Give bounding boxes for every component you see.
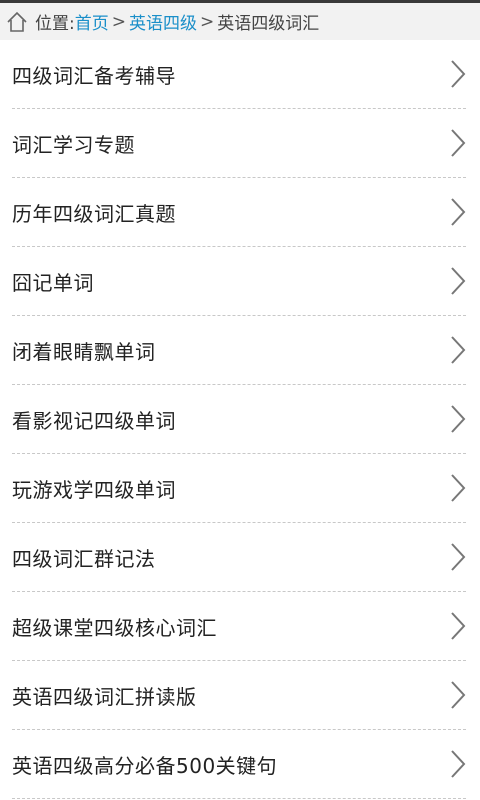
chevron-right-icon — [451, 474, 466, 502]
breadcrumb-link-cet4[interactable]: 英语四级 — [129, 9, 197, 34]
breadcrumb-current: 英语四级词汇 — [217, 14, 320, 34]
chevron-right-icon — [451, 60, 466, 88]
list-item[interactable]: 历年四级词汇真题 — [12, 178, 466, 247]
chevron-right-icon — [451, 681, 466, 709]
chevron-right-icon — [451, 336, 466, 364]
list-item[interactable]: 囧记单词 — [12, 247, 466, 316]
list-item[interactable]: 玩游戏学四级单词 — [12, 454, 466, 523]
list-item-label: 英语四级高分必备500关键句 — [12, 753, 278, 778]
list-item-label: 囧记单词 — [12, 270, 94, 295]
list-item[interactable]: 四级词汇群记法 — [12, 523, 466, 592]
list-item[interactable]: 英语四级高分必备500关键句 — [12, 730, 466, 799]
list-item-label: 四级词汇群记法 — [12, 546, 156, 571]
breadcrumb-link-home[interactable]: 首页 — [75, 9, 109, 34]
list-item-label: 闭着眼睛飘单词 — [12, 339, 156, 364]
chevron-right-icon — [451, 267, 466, 295]
breadcrumb-separator: > — [111, 11, 126, 32]
chevron-right-icon — [451, 612, 466, 640]
list-item-label: 历年四级词汇真题 — [12, 201, 176, 226]
chevron-right-icon — [451, 405, 466, 433]
list-item-label: 看影视记四级单词 — [12, 408, 176, 433]
home-icon[interactable] — [4, 9, 30, 35]
list-item[interactable]: 四级词汇备考辅导 — [12, 40, 466, 109]
chevron-right-icon — [451, 129, 466, 157]
category-list: 四级词汇备考辅导 词汇学习专题 历年四级词汇真题 囧记单词 闭着眼睛飘单词 看影… — [0, 40, 480, 799]
breadcrumb-prefix: 位置: — [35, 14, 75, 34]
list-item[interactable]: 闭着眼睛飘单词 — [12, 316, 466, 385]
breadcrumb-separator: > — [199, 11, 215, 32]
list-item-label: 四级词汇备考辅导 — [12, 63, 176, 88]
list-item-label: 英语四级词汇拼读版 — [12, 684, 197, 709]
breadcrumb: 位置: 首页 > 英语四级 > 英语四级词汇 — [0, 3, 480, 40]
list-item[interactable]: 英语四级词汇拼读版 — [12, 661, 466, 730]
chevron-right-icon — [451, 750, 466, 778]
list-item-label: 超级课堂四级核心词汇 — [12, 615, 217, 640]
list-item-label: 词汇学习专题 — [12, 132, 135, 157]
list-item[interactable]: 超级课堂四级核心词汇 — [12, 592, 466, 661]
chevron-right-icon — [451, 543, 466, 571]
list-item-label: 玩游戏学四级单词 — [12, 477, 176, 502]
list-item[interactable]: 词汇学习专题 — [12, 109, 466, 178]
chevron-right-icon — [451, 198, 466, 226]
list-item[interactable]: 看影视记四级单词 — [12, 385, 466, 454]
